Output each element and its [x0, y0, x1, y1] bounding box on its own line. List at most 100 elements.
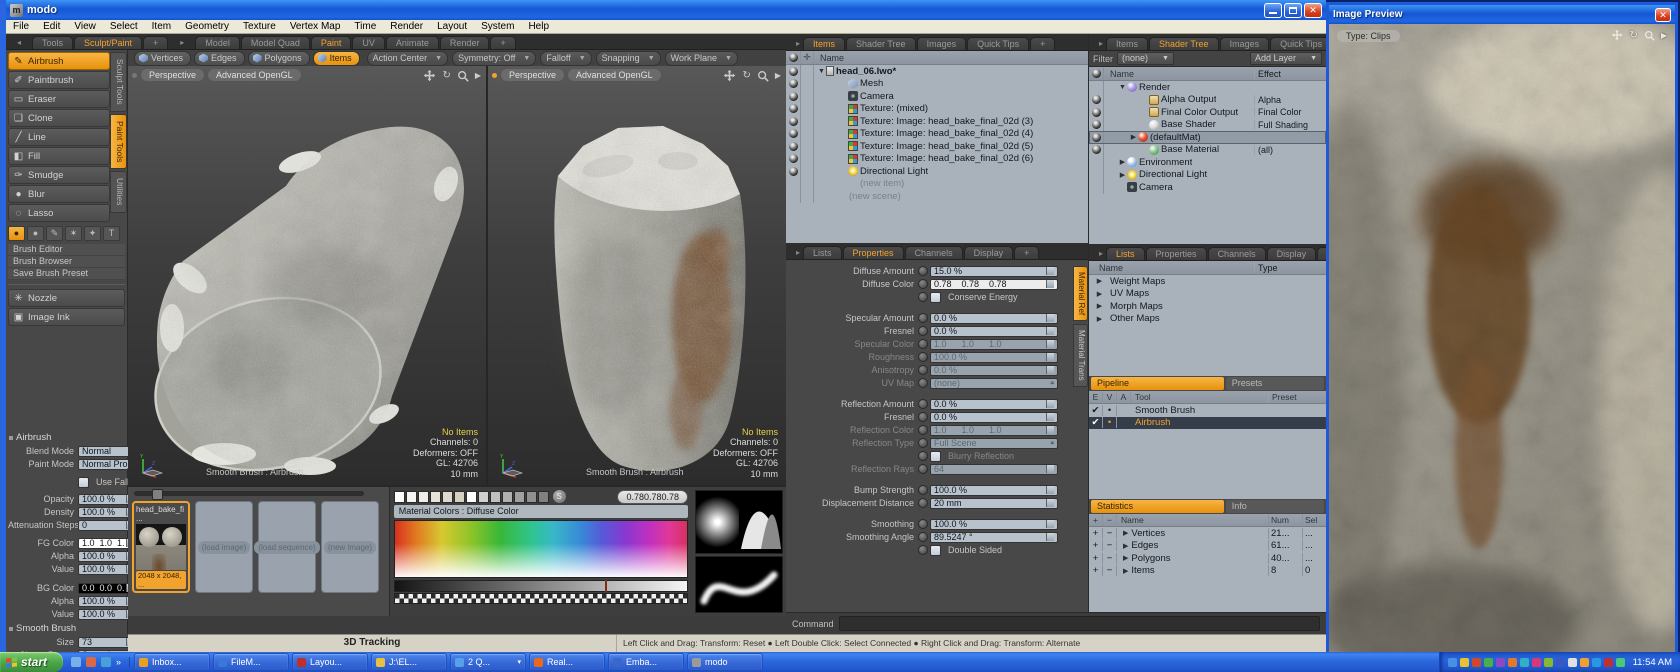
brush-link[interactable]: Brush Browser [8, 256, 125, 268]
expand-arrow[interactable]: ▶ [1118, 171, 1127, 179]
panel-tab[interactable]: Items [1106, 37, 1148, 50]
channel-knob[interactable] [918, 532, 928, 542]
expand-arrow[interactable]: ▶ [1129, 133, 1138, 141]
value-field[interactable]: (none)▾ [930, 378, 1058, 389]
expand-arrow[interactable]: ▶ [1123, 542, 1128, 550]
panel-tab-arrow-icon[interactable]: ▸ [796, 39, 803, 50]
panel-tab-arrow-icon[interactable]: ▸ [1099, 249, 1106, 260]
color-swatch[interactable] [418, 491, 429, 503]
effect-value[interactable]: (all) [1254, 145, 1326, 155]
brush-link[interactable]: Brush Editor [8, 244, 125, 256]
slider-handle[interactable] [152, 489, 163, 500]
item-row[interactable]: Texture: (mixed) [786, 103, 1088, 116]
enable-check[interactable]: ✔ [1089, 405, 1103, 416]
viewport-menu-icon[interactable]: ▶ [775, 71, 781, 80]
item-row[interactable]: Mesh [786, 78, 1088, 91]
layout-tab[interactable]: + [490, 36, 515, 49]
expand-arrow[interactable]: ▶ [1123, 529, 1128, 537]
checkbox[interactable] [930, 292, 941, 303]
value-field[interactable]: 0.0 %▾ [930, 326, 1058, 337]
channel-knob[interactable] [918, 326, 928, 336]
layout-tab[interactable]: Model Quad [241, 36, 310, 49]
presets-tab[interactable]: Presets [1226, 377, 1324, 390]
layout-tab[interactable]: UV [352, 36, 385, 49]
tray-icon[interactable] [1460, 658, 1469, 667]
mini-slider-handle[interactable] [1046, 400, 1054, 408]
channel-knob[interactable] [918, 292, 928, 302]
quick-launch-icon[interactable] [71, 657, 81, 667]
expand-arrow[interactable]: ▶ [1095, 315, 1104, 323]
quick-launch-overflow-icon[interactable]: » [116, 657, 121, 667]
select-add-button[interactable]: + [1089, 565, 1103, 576]
map-list-row[interactable]: ▶ Other Maps [1089, 313, 1326, 326]
panel-tab[interactable]: Shader Tree [846, 37, 916, 50]
tray-icon[interactable] [1616, 658, 1625, 667]
menu-item[interactable]: Layout [430, 21, 474, 32]
panel-tab[interactable]: Quick Tips [1270, 37, 1332, 50]
layout-tab[interactable]: Animate [386, 36, 439, 49]
menu-item[interactable]: Time [347, 21, 383, 32]
paint-tool-button[interactable]: ╱ Line [8, 128, 110, 146]
checkbox[interactable] [930, 545, 941, 556]
statistics-row[interactable]: + − ▶Edges 61... ... [1089, 540, 1326, 553]
tray-icon[interactable] [1580, 658, 1589, 667]
menu-item[interactable]: Render [383, 21, 430, 32]
channel-knob[interactable] [918, 438, 928, 448]
color-value-chip[interactable]: 0.780.780.78 [617, 490, 688, 504]
value-field[interactable]: Full Scene▾ [930, 438, 1058, 449]
expand-arrow[interactable]: ▶ [1095, 302, 1104, 310]
image-thumb-placeholder[interactable]: (load sequence) [258, 501, 316, 593]
orbit-icon[interactable]: ↻ [442, 70, 450, 81]
quick-launch-icon[interactable] [86, 657, 96, 667]
layout-tab[interactable]: Model [195, 36, 240, 49]
select-remove-button[interactable]: − [1103, 565, 1117, 576]
panel-tab[interactable]: Images [1220, 37, 1270, 50]
panel-tab[interactable]: Display [964, 246, 1014, 259]
shader-row[interactable]: ▶ (defaultMat) [1089, 131, 1326, 144]
shader-row[interactable]: ▼ Render [1089, 81, 1326, 94]
value-marker[interactable] [605, 580, 607, 592]
statistics-tab[interactable]: Statistics [1091, 500, 1224, 513]
viewport-view-select[interactable]: Perspective [501, 69, 564, 81]
panel-tab[interactable]: Items [803, 37, 845, 50]
map-list-row[interactable]: ▶ Weight Maps [1089, 275, 1326, 288]
shader-row[interactable]: Camera [1089, 181, 1326, 194]
tray-icon[interactable] [1592, 658, 1601, 667]
color-swatch[interactable] [478, 491, 489, 503]
menu-item[interactable]: Select [103, 21, 145, 32]
effect-value[interactable]: Final Color [1254, 107, 1326, 117]
value-field[interactable]: 64▾ [930, 464, 1058, 475]
color-swatch[interactable] [490, 491, 501, 503]
taskbar-window-button[interactable]: Layou... [292, 653, 368, 671]
shader-row[interactable]: ▶ Directional Light [1089, 169, 1326, 182]
taskbar-window-button[interactable]: Emba... [608, 653, 684, 671]
select-add-button[interactable]: + [1089, 540, 1103, 551]
taskbar-window-button[interactable]: modo [687, 653, 763, 671]
color-swatch[interactable] [538, 491, 549, 503]
value-field[interactable]: 1.0 1.0 1.0▾ [930, 425, 1058, 436]
menu-item[interactable]: Texture [236, 21, 283, 32]
taskbar-window-button[interactable]: Inbox... [134, 653, 210, 671]
value-field[interactable]: 100.0 %▾ [930, 485, 1058, 496]
paint-tool-button[interactable]: ❏ Clone [8, 109, 110, 127]
mini-slider-handle[interactable] [1046, 366, 1054, 374]
channel-knob[interactable] [918, 399, 928, 409]
zoom-icon[interactable] [457, 70, 469, 82]
channel-knob[interactable] [918, 485, 928, 495]
mini-slider-handle[interactable] [1046, 486, 1054, 494]
color-swatch[interactable] [430, 491, 441, 503]
channel-knob[interactable] [918, 464, 928, 474]
channel-knob[interactable] [918, 451, 928, 461]
map-list-row[interactable]: ▶ UV Maps [1089, 288, 1326, 301]
filter-dropdown[interactable]: (none)▼ [1117, 52, 1174, 65]
channel-knob[interactable] [918, 266, 928, 276]
start-button[interactable]: start [0, 652, 63, 672]
toolbar-dropdown[interactable]: Symmetry: Off▼ [452, 51, 536, 66]
layout-tab[interactable]: Tools [32, 36, 73, 49]
viewport-renderer-select[interactable]: Advanced OpenGL [568, 69, 661, 81]
tray-icon[interactable] [1484, 658, 1493, 667]
panel-tab[interactable]: Properties [1146, 247, 1207, 260]
channel-knob[interactable] [918, 339, 928, 349]
mini-slider-handle[interactable] [1046, 340, 1054, 348]
tray-icon[interactable] [1556, 658, 1565, 667]
